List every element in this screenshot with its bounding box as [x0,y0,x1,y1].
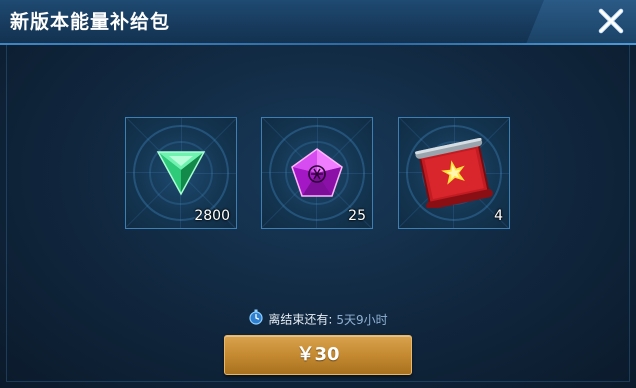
dialog-panel: 新版本能量补给包 2800 25 4 离结束还有: 5天9小时 ￥30 [0,0,636,388]
countdown-timer: 离结束还有: 5天9小时 [0,309,636,330]
close-button[interactable] [596,6,626,36]
dialog-title: 新版本能量补给包 [10,11,171,33]
stopwatch-icon [248,309,264,330]
reward-item-red-scroll[interactable]: 4 [398,117,510,229]
reward-item-green-crystal[interactable]: 2800 [125,117,237,229]
item-count: 4 [494,208,503,224]
close-icon [598,8,624,34]
item-count: 25 [348,208,366,224]
purple-pentagon-gem-icon [290,147,344,203]
timer-value: 5天9小时 [336,312,388,327]
timer-label: 离结束还有: [268,312,333,327]
title-bar-divider [0,43,636,45]
red-scroll-icon [414,138,494,212]
green-triangle-gem-icon [155,148,207,202]
title-bar: 新版本能量补给包 [0,0,636,44]
item-count: 2800 [194,208,230,224]
reward-item-purple-crystal[interactable]: 25 [261,117,373,229]
buy-button[interactable]: ￥30 [224,335,412,375]
